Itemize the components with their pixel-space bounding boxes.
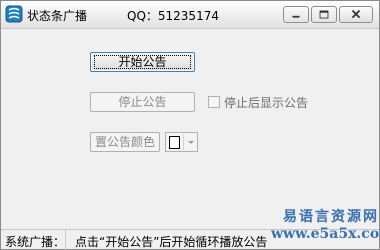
checkbox-label: 停止后显示公告 <box>224 96 309 110</box>
color-swatch <box>169 136 180 149</box>
title-bar[interactable]: 状态条广播 QQ：51235174 <box>1 1 379 29</box>
start-announcement-button[interactable]: 开始公告 <box>90 52 195 72</box>
checkbox-box[interactable] <box>208 96 220 108</box>
status-message: 点击“开始公告”后开始循环播放公告 <box>75 235 268 249</box>
stop-announcement-button[interactable]: 停止公告 <box>90 92 195 112</box>
set-color-button[interactable]: 置公告颜色 <box>90 132 160 152</box>
color-dropdown[interactable] <box>165 132 198 152</box>
watermark-title: 易语言资源网 <box>283 209 379 225</box>
app-icon <box>5 5 23 23</box>
maximize-icon <box>319 10 329 19</box>
window-title: 状态条广播 <box>27 9 88 23</box>
maximize-button[interactable] <box>311 6 337 23</box>
qq-number: QQ：51235174 <box>127 9 219 23</box>
focus-rect <box>94 55 191 69</box>
watermark-url: www.e5a5x.com <box>271 226 380 242</box>
close-icon <box>351 9 361 19</box>
minimize-icon <box>292 15 300 18</box>
status-label: 系统广播： <box>5 235 66 249</box>
site-watermark: 易语言资源网 www.e5a5x.com <box>271 209 380 243</box>
color-button-label: 置公告颜色 <box>94 135 155 149</box>
dropdown-arrow[interactable] <box>183 134 197 150</box>
minimize-button[interactable] <box>283 6 309 23</box>
main-window: 状态条广播 QQ：51235174 开始公告 停止公告 停止后显示公告 置公告颜… <box>0 0 380 250</box>
stop-button-label: 停止公告 <box>118 95 167 109</box>
chevron-down-icon <box>188 141 194 144</box>
close-button[interactable] <box>339 6 373 23</box>
status-divider <box>65 230 66 250</box>
